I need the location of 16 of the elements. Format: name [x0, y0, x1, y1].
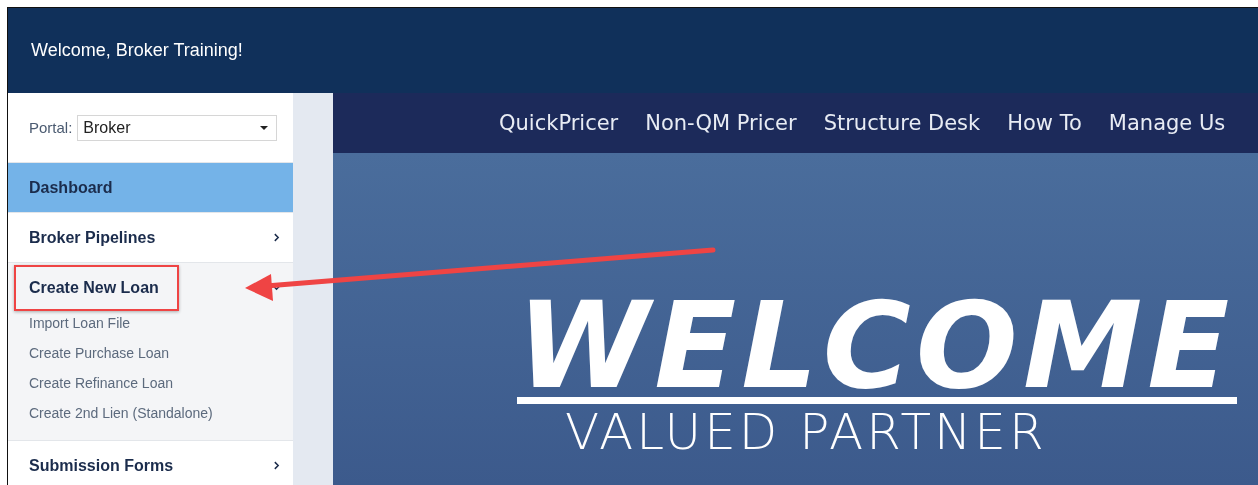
- submenu-link[interactable]: Create Refinance Loan: [8, 368, 293, 398]
- submenu-link[interactable]: Import Loan File: [8, 308, 293, 338]
- hero-subtitle: VALUED PARTNER: [565, 404, 1048, 460]
- sidebar-item[interactable]: Broker Pipelines: [8, 213, 293, 262]
- nav-link[interactable]: Manage Us: [1108, 111, 1226, 135]
- nav-link[interactable]: Structure Desk: [823, 111, 981, 135]
- submenu-link[interactable]: Create Purchase Loan: [8, 338, 293, 368]
- nav-link[interactable]: How To: [1007, 111, 1082, 135]
- submenu-link[interactable]: Create 2nd Lien (Standalone): [8, 398, 293, 428]
- portal-select[interactable]: Broker: [77, 114, 278, 141]
- welcome-text: Welcome, Broker Training!: [31, 40, 243, 61]
- sidebar-item[interactable]: Dashboard: [8, 163, 293, 212]
- nav-link[interactable]: Non-QM Pricer: [645, 111, 797, 135]
- sidebar-item[interactable]: Submission Forms: [8, 441, 293, 485]
- nav-link[interactable]: QuickPricer: [499, 111, 619, 135]
- portal-label: Portal:: [29, 119, 73, 136]
